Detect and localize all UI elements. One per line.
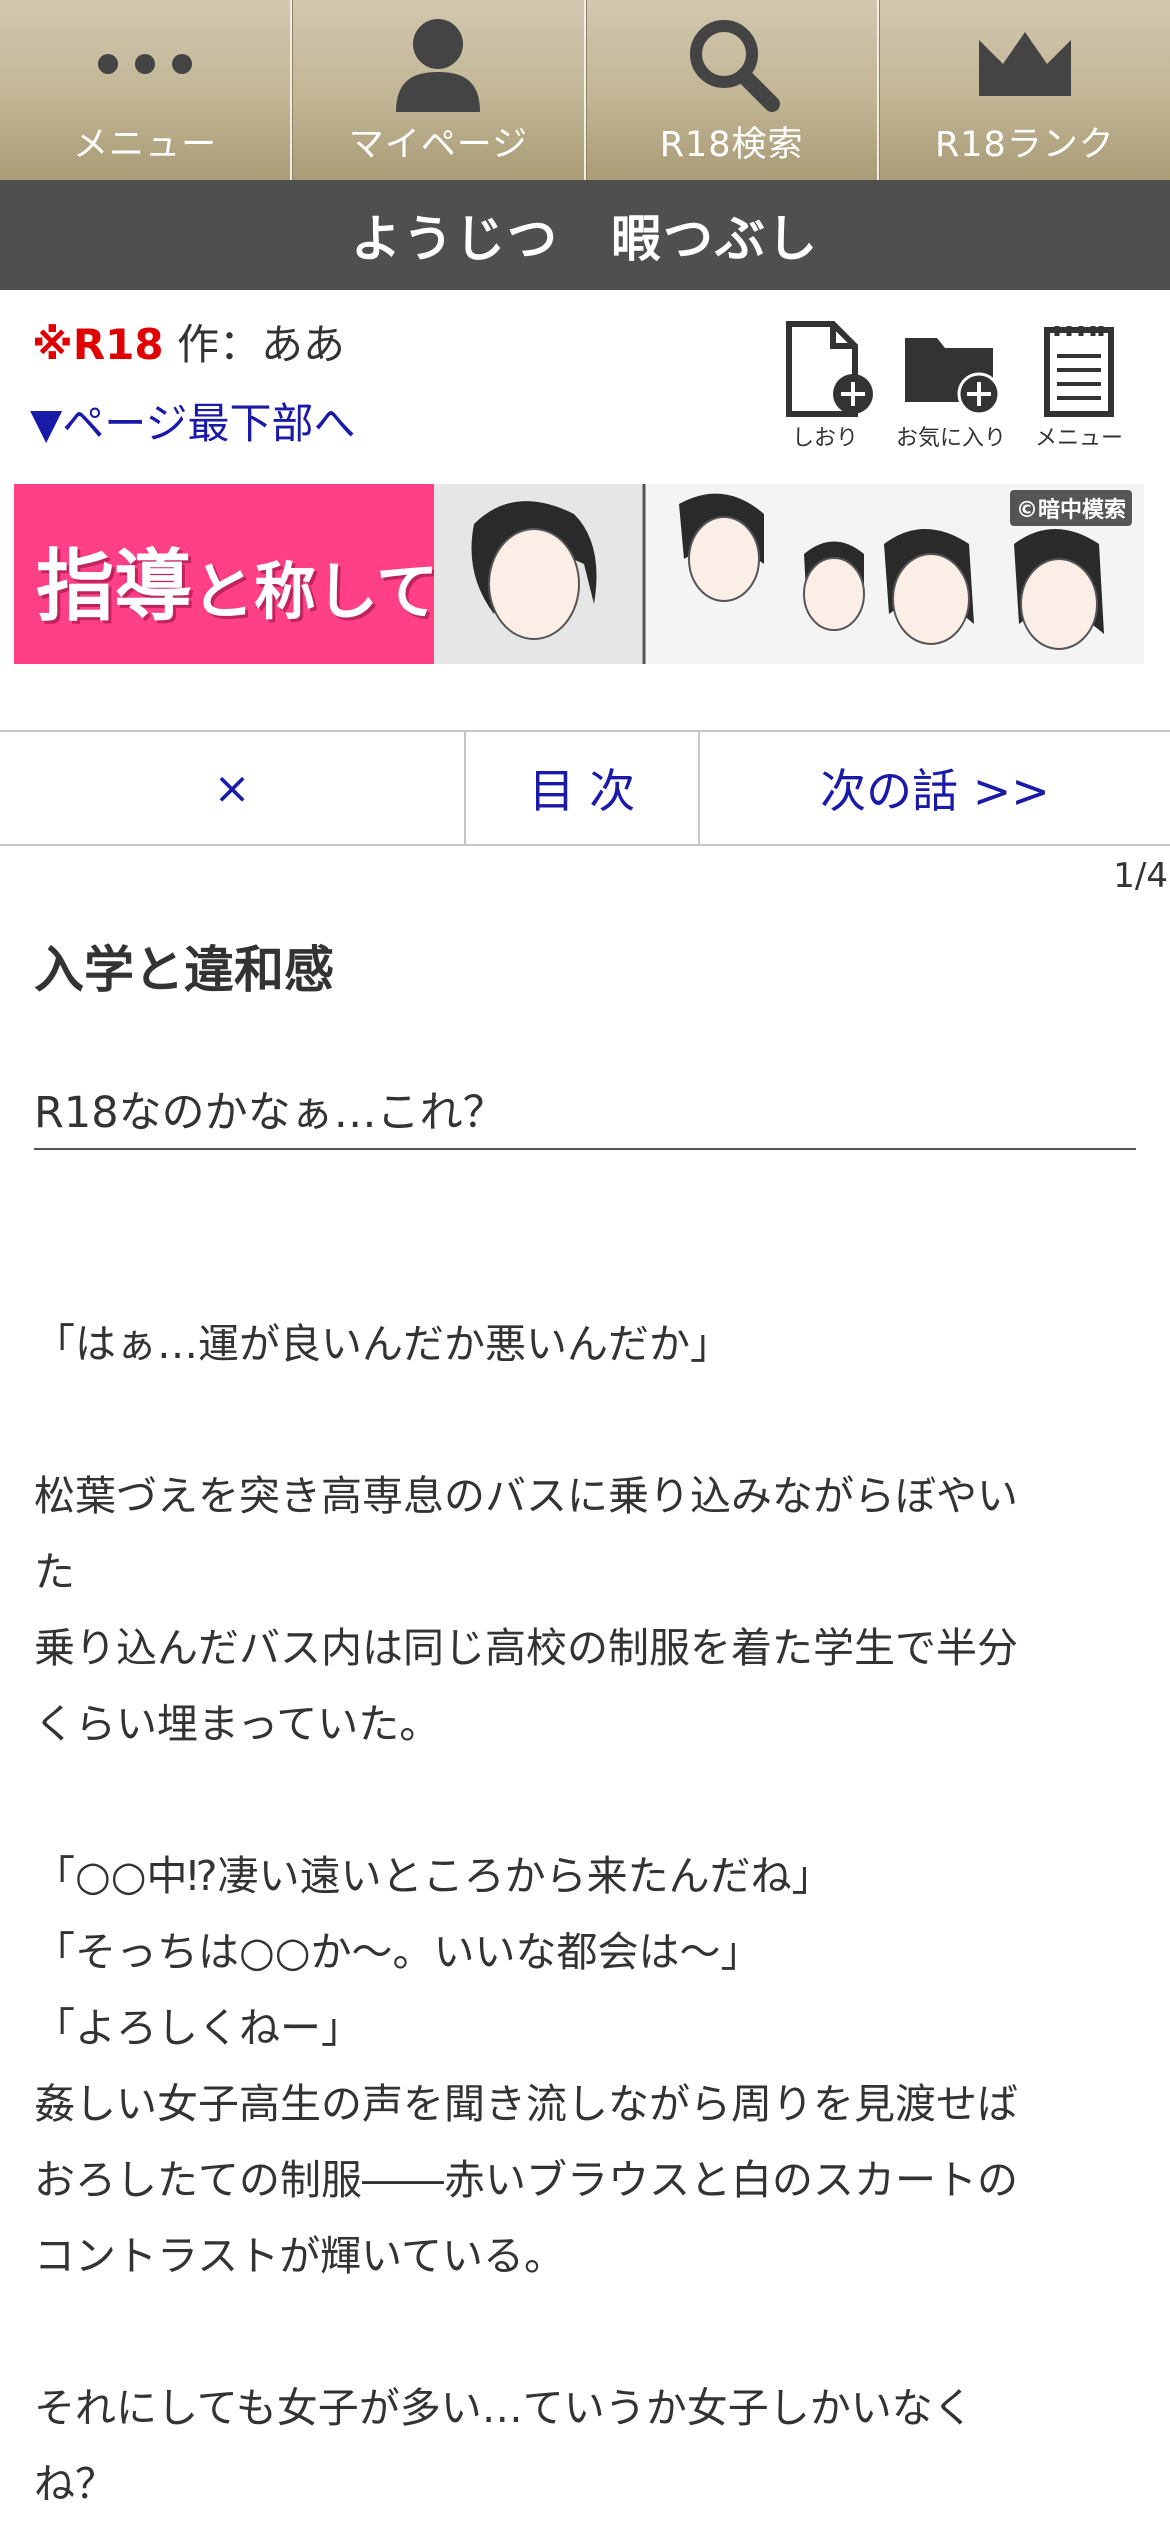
nav-mypage-button[interactable]: マイページ (292, 0, 586, 180)
favorite-button[interactable]: お気に入り (886, 320, 1016, 451)
nav-search-button[interactable]: R18検索 (585, 0, 879, 180)
chapter-subtitle: R18なのかなぁ…これ？ (34, 1088, 506, 1138)
menu-notes-button[interactable]: メニュー (1014, 320, 1144, 451)
folder-add-icon (886, 320, 1016, 420)
top-navigation: メニュー マイページ R18検索 R18ランク (0, 0, 1170, 180)
bookmark-button[interactable]: しおり (760, 320, 890, 451)
story-line: 「そっちは○○か〜。いいな都会は〜」 (34, 1928, 762, 1976)
nav-search-label: R18検索 (659, 125, 804, 165)
story-line: 姦しい女子高生の声を聞き流しながら周りを見渡せば (34, 2080, 1018, 2128)
story-line: それにしても女子が多い…ていうか女子しかいなく (34, 2384, 974, 2432)
story-line: 松葉づえを突き高専息のバスに乗り込みながらぼやい (34, 1472, 1018, 1520)
story-line: 「○○中⁉凄い遠いところから来たんだね」 (34, 1852, 833, 1900)
novel-info: ※R18 作：ああ (32, 320, 345, 369)
page-indicator: 1/4 (1113, 856, 1168, 896)
next-chapter-button[interactable]: 次の話 >> (700, 732, 1170, 844)
r18-badge: ※R18 (32, 320, 164, 369)
nav-mypage-label: マイページ (348, 125, 529, 165)
story-line: 乗り込んだバス内は同じ高校の制服を着た学生で半分 (34, 1624, 1018, 1672)
story-body: 「はぁ…運が良いんだか悪いんだか」 松葉づえを突き高専息のバスに乗り込みながらぼ… (34, 1306, 1144, 2522)
person-icon (383, 14, 493, 114)
story-line: コントラストが輝いている。 (34, 2232, 565, 2280)
crown-icon (970, 14, 1080, 114)
story-line: ね？ (34, 2460, 116, 2508)
story-line: た (34, 1548, 75, 1596)
story-line (34, 1762, 1144, 1838)
nav-menu-label: メニュー (73, 125, 218, 165)
dots-icon (90, 14, 200, 114)
chapter-title: 入学と違和感 (34, 941, 334, 999)
story-line (34, 1382, 1144, 1458)
story-line: 「はぁ…運が良いんだか悪いんだか」 (34, 1320, 731, 1368)
toc-button[interactable]: 目 次 (466, 732, 700, 844)
ad-banner[interactable]: 指導と称して… ©暗中模索 (14, 484, 1144, 664)
page-bottom-link[interactable]: ▼ページ最下部へ (30, 390, 355, 451)
banner-headline: 指導と称して… (36, 524, 500, 636)
bookmark-add-icon (760, 320, 890, 420)
nav-rank-label: R18ランク (934, 125, 1115, 165)
story-line: おろしたての制服――赤いブラウスと白のスカートの (34, 2156, 1018, 2204)
menu-notes-label: メニュー (1034, 426, 1123, 451)
nav-menu-button[interactable]: メニュー (0, 0, 293, 180)
notepad-icon (1014, 320, 1144, 420)
novel-title: ようじつ 暇つぶし (0, 180, 1170, 290)
nav-rank-button[interactable]: R18ランク (878, 0, 1170, 180)
story-line: 「よろしくねー」 (34, 2004, 362, 2052)
author-link[interactable]: 作：ああ (164, 320, 345, 369)
story-line (34, 2294, 1144, 2370)
banner-credit: ©暗中模索 (1009, 490, 1132, 526)
chapter-navigation: × 目 次 次の話 >> (0, 730, 1170, 846)
banner-headline-big: 指導 (36, 542, 193, 632)
subtitle-divider (34, 1148, 1136, 1150)
story-line: くらい埋まっていた。 (34, 1700, 441, 1748)
search-icon (677, 14, 787, 114)
close-button[interactable]: × (0, 732, 466, 844)
